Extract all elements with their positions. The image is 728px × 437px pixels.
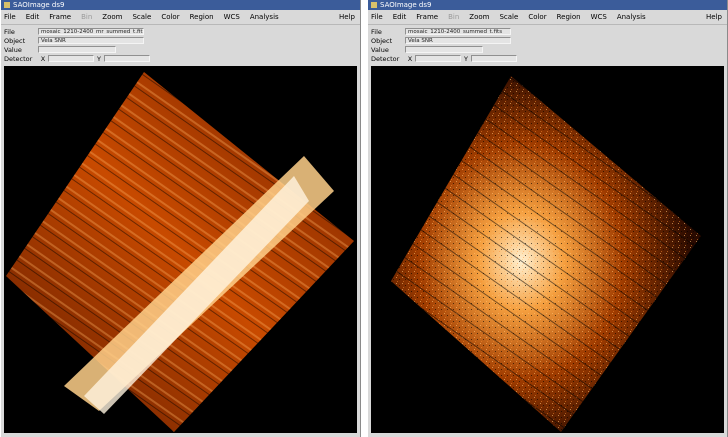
x-field <box>48 55 94 62</box>
detector-label: Detector <box>4 54 33 63</box>
info-panel: File mosaic_1210-2400_summed_t.fits Obje… <box>368 25 727 63</box>
file-row: File mosaic_1210-2400_summed_t.fits <box>371 27 724 36</box>
file-row: File mosaic_1210-2400_mr_summed_t.fits <box>4 27 357 36</box>
menu-color[interactable]: Color <box>161 13 179 21</box>
menu-file[interactable]: File <box>371 13 383 21</box>
menu-frame[interactable]: Frame <box>416 13 438 21</box>
object-field: Vela SNR <box>405 37 511 44</box>
menu-help[interactable]: Help <box>706 13 722 21</box>
y-field <box>104 55 150 62</box>
y-field <box>471 55 517 62</box>
mosaic-stripes <box>6 72 354 432</box>
menu-bin[interactable]: Bin <box>81 13 92 21</box>
menu-color[interactable]: Color <box>528 13 546 21</box>
app-icon[interactable] <box>4 2 10 8</box>
app-icon[interactable] <box>371 2 377 8</box>
x-label: X <box>407 54 413 63</box>
file-field: mosaic_1210-2400_summed_t.fits <box>405 28 511 35</box>
image-canvas[interactable] <box>4 66 357 433</box>
image-left <box>6 72 354 432</box>
value-label: Value <box>371 45 389 54</box>
detector-row: Detector X Y <box>371 54 724 63</box>
image-right <box>391 76 701 432</box>
menu-scale[interactable]: Scale <box>499 13 518 21</box>
title-bar[interactable]: SAOImage ds9 <box>1 0 360 10</box>
menu-analysis[interactable]: Analysis <box>617 13 646 21</box>
menu-region[interactable]: Region <box>557 13 581 21</box>
object-label: Object <box>4 36 26 45</box>
value-field <box>38 46 116 53</box>
mosaic-stripes <box>391 76 701 432</box>
menu-wcs[interactable]: WCS <box>591 13 607 21</box>
detector-label: Detector <box>371 54 400 63</box>
detector-row: Detector X Y <box>4 54 357 63</box>
menu-region[interactable]: Region <box>190 13 214 21</box>
object-field: Vela SNR <box>38 37 144 44</box>
x-label: X <box>40 54 46 63</box>
menu-bar: File Edit Frame Bin Zoom Scale Color Reg… <box>1 10 360 25</box>
image-canvas[interactable] <box>371 66 724 433</box>
window-title: SAOImage ds9 <box>380 1 432 9</box>
y-label: Y <box>97 54 101 63</box>
window-title: SAOImage ds9 <box>13 1 65 9</box>
value-row: Value <box>4 45 357 54</box>
object-row: Object Vela SNR <box>371 36 724 45</box>
menu-wcs[interactable]: WCS <box>224 13 240 21</box>
object-label: Object <box>371 36 393 45</box>
menu-bin[interactable]: Bin <box>448 13 459 21</box>
value-label: Value <box>4 45 22 54</box>
menu-edit[interactable]: Edit <box>393 13 407 21</box>
menu-edit[interactable]: Edit <box>26 13 40 21</box>
menu-zoom[interactable]: Zoom <box>102 13 122 21</box>
menu-file[interactable]: File <box>4 13 16 21</box>
menu-frame[interactable]: Frame <box>49 13 71 21</box>
title-bar[interactable]: SAOImage ds9 <box>368 0 727 10</box>
ds9-window-right: SAOImage ds9 File Edit Frame Bin Zoom Sc… <box>367 0 728 437</box>
file-label: File <box>4 27 15 36</box>
x-field <box>415 55 461 62</box>
menu-scale[interactable]: Scale <box>132 13 151 21</box>
file-field: mosaic_1210-2400_mr_summed_t.fits <box>38 28 144 35</box>
file-label: File <box>371 27 382 36</box>
y-label: Y <box>464 54 468 63</box>
value-field <box>405 46 483 53</box>
menu-zoom[interactable]: Zoom <box>469 13 489 21</box>
info-panel: File mosaic_1210-2400_mr_summed_t.fits O… <box>1 25 360 63</box>
object-row: Object Vela SNR <box>4 36 357 45</box>
menu-bar: File Edit Frame Bin Zoom Scale Color Reg… <box>368 10 727 25</box>
menu-analysis[interactable]: Analysis <box>250 13 279 21</box>
menu-help[interactable]: Help <box>339 13 355 21</box>
ds9-window-left: SAOImage ds9 File Edit Frame Bin Zoom Sc… <box>0 0 361 437</box>
value-row: Value <box>371 45 724 54</box>
